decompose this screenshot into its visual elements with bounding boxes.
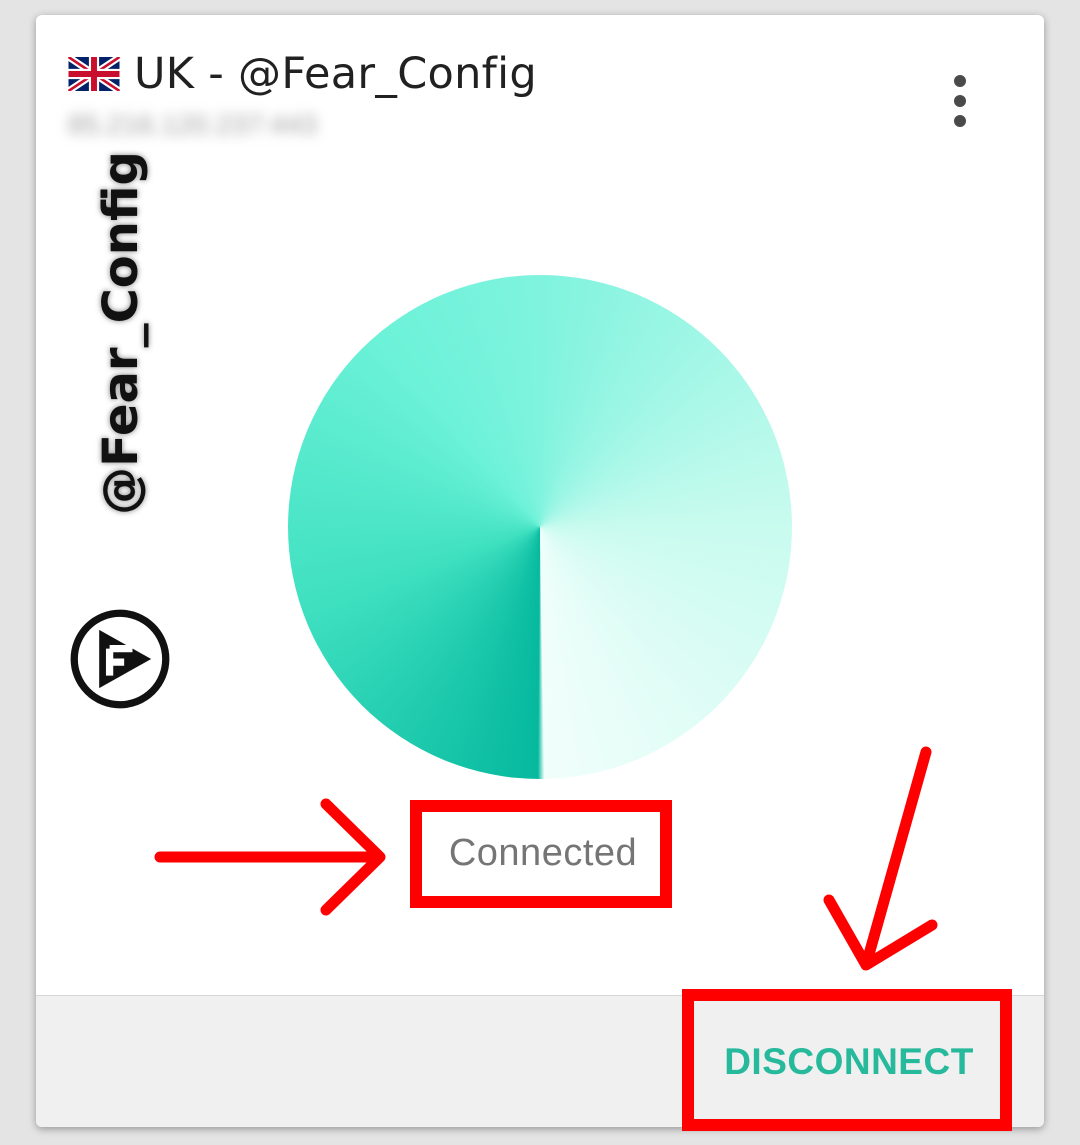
more-vert-icon-dot xyxy=(954,95,966,107)
more-options-button[interactable] xyxy=(940,71,980,131)
connection-status-label: Connected xyxy=(448,831,638,874)
server-header: UK - @Fear_Config 85.216.120.237:443 xyxy=(68,49,537,141)
more-vert-icon-dot xyxy=(954,115,966,127)
fear-config-logo xyxy=(70,609,170,709)
server-title-row: UK - @Fear_Config xyxy=(68,49,537,99)
server-name: UK - @Fear_Config xyxy=(134,49,537,99)
watermark: @Fear_Config xyxy=(66,151,176,715)
server-card: UK - @Fear_Config 85.216.120.237:443 @Fe… xyxy=(36,15,1044,1127)
uk-flag-icon xyxy=(68,57,120,91)
watermark-text: @Fear_Config xyxy=(93,151,149,515)
connection-status-indicator[interactable] xyxy=(288,275,792,779)
disconnect-button[interactable]: DISCONNECT xyxy=(694,996,1004,1127)
card-footer: DISCONNECT xyxy=(36,995,1044,1127)
server-address: 85.216.120.237:443 xyxy=(68,109,318,140)
more-vert-icon xyxy=(954,75,966,87)
